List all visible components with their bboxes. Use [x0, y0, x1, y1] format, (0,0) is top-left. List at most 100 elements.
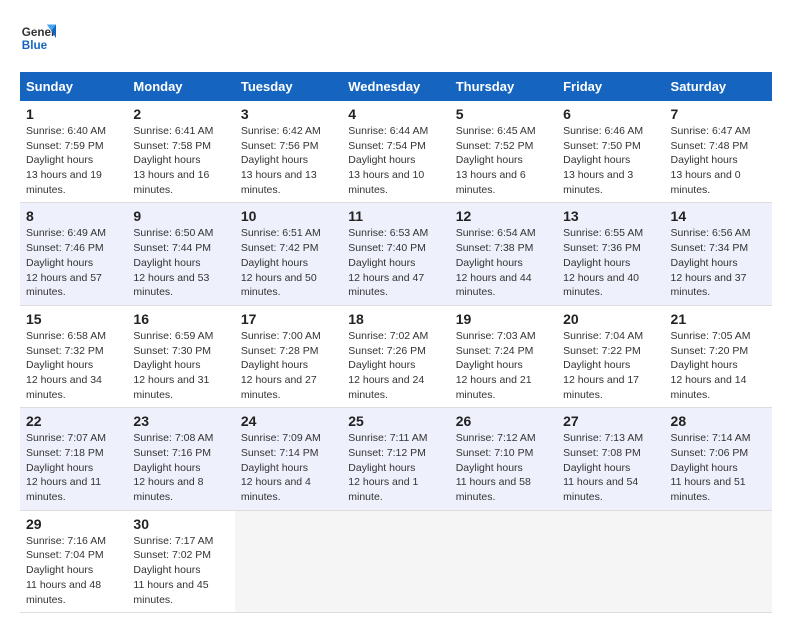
calendar-week-row: 22 Sunrise: 7:07 AM Sunset: 7:18 PM Dayl…	[20, 408, 772, 510]
svg-text:Blue: Blue	[22, 39, 48, 52]
day-number: 20	[563, 311, 658, 327]
calendar-day-cell: 3 Sunrise: 6:42 AM Sunset: 7:56 PM Dayli…	[235, 101, 342, 203]
day-number: 11	[348, 208, 443, 224]
calendar-day-cell: 2 Sunrise: 6:41 AM Sunset: 7:58 PM Dayli…	[127, 101, 234, 203]
day-number: 27	[563, 413, 658, 429]
day-info: Sunrise: 6:45 AM Sunset: 7:52 PM Dayligh…	[456, 124, 551, 197]
day-info: Sunrise: 7:17 AM Sunset: 7:02 PM Dayligh…	[133, 534, 228, 607]
day-number: 8	[26, 208, 121, 224]
weekday-header-friday: Friday	[557, 72, 664, 101]
day-number: 1	[26, 106, 121, 122]
weekday-header-row: SundayMondayTuesdayWednesdayThursdayFrid…	[20, 72, 772, 101]
day-info: Sunrise: 7:05 AM Sunset: 7:20 PM Dayligh…	[671, 329, 766, 402]
calendar-week-row: 29 Sunrise: 7:16 AM Sunset: 7:04 PM Dayl…	[20, 510, 772, 612]
calendar-day-cell: 11 Sunrise: 6:53 AM Sunset: 7:40 PM Dayl…	[342, 203, 449, 305]
day-info: Sunrise: 7:07 AM Sunset: 7:18 PM Dayligh…	[26, 431, 121, 504]
calendar-day-cell: 1 Sunrise: 6:40 AM Sunset: 7:59 PM Dayli…	[20, 101, 127, 203]
weekday-header-tuesday: Tuesday	[235, 72, 342, 101]
calendar-day-cell	[235, 510, 342, 612]
day-info: Sunrise: 7:12 AM Sunset: 7:10 PM Dayligh…	[456, 431, 551, 504]
day-number: 23	[133, 413, 228, 429]
calendar-day-cell: 12 Sunrise: 6:54 AM Sunset: 7:38 PM Dayl…	[450, 203, 557, 305]
day-number: 9	[133, 208, 228, 224]
day-info: Sunrise: 7:04 AM Sunset: 7:22 PM Dayligh…	[563, 329, 658, 402]
calendar-day-cell: 25 Sunrise: 7:11 AM Sunset: 7:12 PM Dayl…	[342, 408, 449, 510]
day-number: 28	[671, 413, 766, 429]
day-info: Sunrise: 6:58 AM Sunset: 7:32 PM Dayligh…	[26, 329, 121, 402]
day-info: Sunrise: 6:54 AM Sunset: 7:38 PM Dayligh…	[456, 226, 551, 299]
calendar-week-row: 1 Sunrise: 6:40 AM Sunset: 7:59 PM Dayli…	[20, 101, 772, 203]
calendar-day-cell: 6 Sunrise: 6:46 AM Sunset: 7:50 PM Dayli…	[557, 101, 664, 203]
day-info: Sunrise: 7:09 AM Sunset: 7:14 PM Dayligh…	[241, 431, 336, 504]
calendar-day-cell	[665, 510, 772, 612]
day-number: 26	[456, 413, 551, 429]
calendar-day-cell: 18 Sunrise: 7:02 AM Sunset: 7:26 PM Dayl…	[342, 305, 449, 407]
calendar-day-cell: 28 Sunrise: 7:14 AM Sunset: 7:06 PM Dayl…	[665, 408, 772, 510]
calendar-day-cell: 16 Sunrise: 6:59 AM Sunset: 7:30 PM Dayl…	[127, 305, 234, 407]
calendar-day-cell: 27 Sunrise: 7:13 AM Sunset: 7:08 PM Dayl…	[557, 408, 664, 510]
calendar-day-cell: 17 Sunrise: 7:00 AM Sunset: 7:28 PM Dayl…	[235, 305, 342, 407]
calendar-week-row: 15 Sunrise: 6:58 AM Sunset: 7:32 PM Dayl…	[20, 305, 772, 407]
day-info: Sunrise: 6:46 AM Sunset: 7:50 PM Dayligh…	[563, 124, 658, 197]
day-number: 2	[133, 106, 228, 122]
logo: General Blue	[20, 20, 56, 56]
header: General Blue	[20, 20, 772, 56]
day-info: Sunrise: 6:56 AM Sunset: 7:34 PM Dayligh…	[671, 226, 766, 299]
weekday-header-saturday: Saturday	[665, 72, 772, 101]
day-number: 4	[348, 106, 443, 122]
day-info: Sunrise: 6:53 AM Sunset: 7:40 PM Dayligh…	[348, 226, 443, 299]
day-info: Sunrise: 7:08 AM Sunset: 7:16 PM Dayligh…	[133, 431, 228, 504]
day-info: Sunrise: 6:55 AM Sunset: 7:36 PM Dayligh…	[563, 226, 658, 299]
day-number: 6	[563, 106, 658, 122]
weekday-header-monday: Monday	[127, 72, 234, 101]
calendar-day-cell: 24 Sunrise: 7:09 AM Sunset: 7:14 PM Dayl…	[235, 408, 342, 510]
day-info: Sunrise: 7:11 AM Sunset: 7:12 PM Dayligh…	[348, 431, 443, 504]
calendar-day-cell: 15 Sunrise: 6:58 AM Sunset: 7:32 PM Dayl…	[20, 305, 127, 407]
day-number: 10	[241, 208, 336, 224]
day-number: 24	[241, 413, 336, 429]
weekday-header-sunday: Sunday	[20, 72, 127, 101]
day-info: Sunrise: 6:42 AM Sunset: 7:56 PM Dayligh…	[241, 124, 336, 197]
calendar-day-cell	[557, 510, 664, 612]
day-number: 13	[563, 208, 658, 224]
day-info: Sunrise: 7:13 AM Sunset: 7:08 PM Dayligh…	[563, 431, 658, 504]
day-info: Sunrise: 6:44 AM Sunset: 7:54 PM Dayligh…	[348, 124, 443, 197]
calendar-day-cell	[450, 510, 557, 612]
calendar-day-cell: 7 Sunrise: 6:47 AM Sunset: 7:48 PM Dayli…	[665, 101, 772, 203]
calendar-day-cell: 14 Sunrise: 6:56 AM Sunset: 7:34 PM Dayl…	[665, 203, 772, 305]
day-number: 7	[671, 106, 766, 122]
day-number: 17	[241, 311, 336, 327]
day-number: 14	[671, 208, 766, 224]
calendar-day-cell: 19 Sunrise: 7:03 AM Sunset: 7:24 PM Dayl…	[450, 305, 557, 407]
day-number: 3	[241, 106, 336, 122]
day-info: Sunrise: 7:00 AM Sunset: 7:28 PM Dayligh…	[241, 329, 336, 402]
day-number: 18	[348, 311, 443, 327]
calendar-table: SundayMondayTuesdayWednesdayThursdayFrid…	[20, 72, 772, 613]
day-info: Sunrise: 6:40 AM Sunset: 7:59 PM Dayligh…	[26, 124, 121, 197]
day-number: 16	[133, 311, 228, 327]
logo-icon: General Blue	[20, 20, 56, 56]
day-info: Sunrise: 6:59 AM Sunset: 7:30 PM Dayligh…	[133, 329, 228, 402]
calendar-day-cell: 30 Sunrise: 7:17 AM Sunset: 7:02 PM Dayl…	[127, 510, 234, 612]
day-info: Sunrise: 7:14 AM Sunset: 7:06 PM Dayligh…	[671, 431, 766, 504]
day-info: Sunrise: 7:03 AM Sunset: 7:24 PM Dayligh…	[456, 329, 551, 402]
day-number: 29	[26, 516, 121, 532]
day-number: 15	[26, 311, 121, 327]
day-number: 25	[348, 413, 443, 429]
day-info: Sunrise: 6:41 AM Sunset: 7:58 PM Dayligh…	[133, 124, 228, 197]
day-info: Sunrise: 6:50 AM Sunset: 7:44 PM Dayligh…	[133, 226, 228, 299]
calendar-day-cell: 4 Sunrise: 6:44 AM Sunset: 7:54 PM Dayli…	[342, 101, 449, 203]
calendar-day-cell: 23 Sunrise: 7:08 AM Sunset: 7:16 PM Dayl…	[127, 408, 234, 510]
day-number: 21	[671, 311, 766, 327]
calendar-day-cell: 26 Sunrise: 7:12 AM Sunset: 7:10 PM Dayl…	[450, 408, 557, 510]
day-info: Sunrise: 6:47 AM Sunset: 7:48 PM Dayligh…	[671, 124, 766, 197]
weekday-header-thursday: Thursday	[450, 72, 557, 101]
calendar-day-cell: 10 Sunrise: 6:51 AM Sunset: 7:42 PM Dayl…	[235, 203, 342, 305]
calendar-day-cell: 21 Sunrise: 7:05 AM Sunset: 7:20 PM Dayl…	[665, 305, 772, 407]
calendar-day-cell: 29 Sunrise: 7:16 AM Sunset: 7:04 PM Dayl…	[20, 510, 127, 612]
calendar-day-cell: 9 Sunrise: 6:50 AM Sunset: 7:44 PM Dayli…	[127, 203, 234, 305]
day-info: Sunrise: 7:02 AM Sunset: 7:26 PM Dayligh…	[348, 329, 443, 402]
day-number: 12	[456, 208, 551, 224]
calendar-day-cell: 20 Sunrise: 7:04 AM Sunset: 7:22 PM Dayl…	[557, 305, 664, 407]
day-number: 22	[26, 413, 121, 429]
